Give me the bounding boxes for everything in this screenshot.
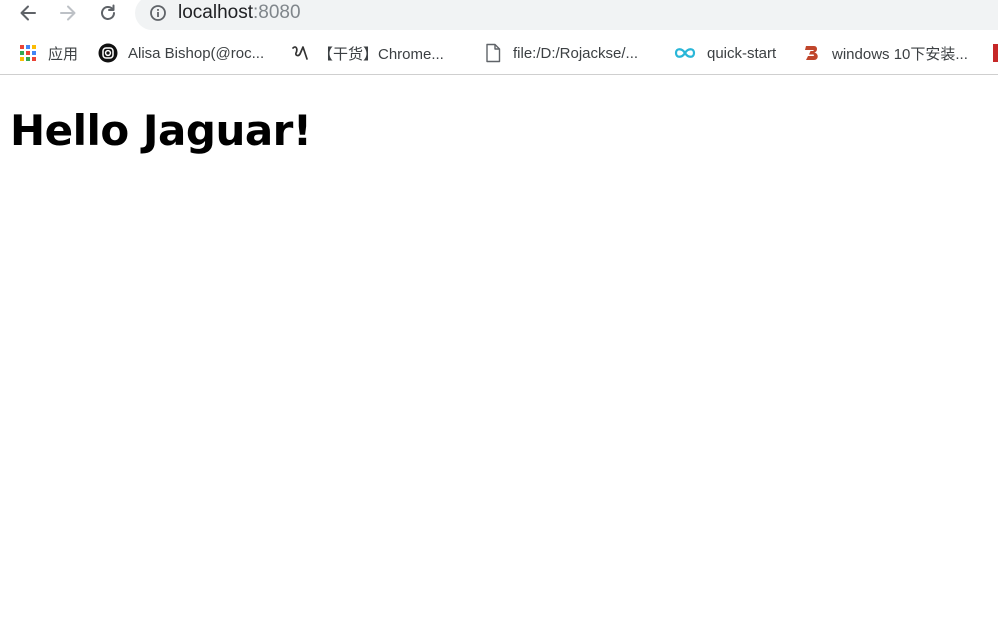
url-port: :8080	[253, 2, 301, 23]
bookmark-apps[interactable]: 应用	[18, 37, 78, 69]
url-host: localhost	[178, 2, 253, 23]
bookmark-local-file[interactable]: file:/D:/Rojackse/...	[483, 37, 638, 69]
bookmarks-bar: 应用 Alisa Bishop(@roc... 【干货】Chrome... fi…	[0, 37, 998, 69]
browser-toolbar: localhost:8080	[0, 0, 998, 30]
b-logo-icon	[802, 43, 822, 63]
apps-grid-icon	[18, 43, 38, 63]
bookmark-label: 应用	[48, 45, 79, 63]
reload-icon	[101, 4, 115, 20]
reload-button[interactable]	[94, 0, 122, 26]
back-button[interactable]	[14, 0, 42, 26]
bookmark-label: quick-start	[707, 44, 777, 62]
bookmark-alisa-bishop[interactable]: Alisa Bishop(@roc...	[98, 37, 264, 69]
info-icon[interactable]	[149, 4, 167, 22]
bookmark-overflow-partial[interactable]	[993, 37, 998, 69]
infinity-icon	[673, 43, 697, 63]
bookmark-label: Alisa Bishop(@roc...	[128, 44, 265, 62]
bookmark-chrome-tips[interactable]: 【干货】Chrome...	[290, 37, 444, 69]
file-icon	[483, 43, 503, 63]
bookmark-favicon-icon	[993, 44, 998, 62]
bookmark-label: 【干货】Chrome...	[318, 45, 444, 63]
bookmark-favicon-icon	[290, 43, 310, 63]
instagram-icon	[98, 43, 118, 63]
bookmark-label: windows 10下安装...	[832, 45, 968, 63]
url-text[interactable]: localhost:8080	[178, 1, 301, 25]
forward-button[interactable]	[54, 0, 82, 26]
bookmark-quick-start[interactable]: quick-start	[673, 37, 776, 69]
bookmark-windows10[interactable]: windows 10下安装...	[802, 37, 968, 69]
arrow-left-icon	[20, 5, 36, 21]
page-content: Hello Jaguar!	[0, 75, 998, 619]
arrow-right-icon	[60, 5, 76, 21]
page-heading: Hello Jaguar!	[10, 106, 312, 155]
bookmark-label: file:/D:/Rojackse/...	[513, 44, 639, 62]
address-bar[interactable]: localhost:8080	[135, 0, 998, 30]
